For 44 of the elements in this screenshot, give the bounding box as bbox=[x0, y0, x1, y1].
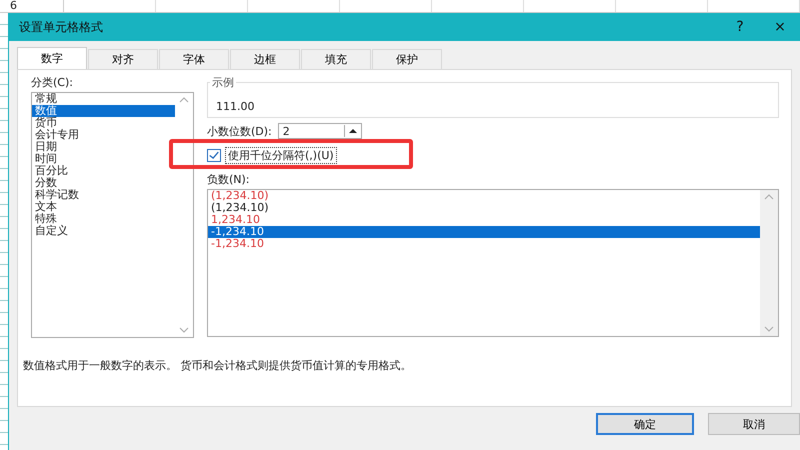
description-text: 数值格式用于一般数字的表示。 货币和会计格式则提供货币值计算的专用格式。 bbox=[23, 358, 412, 373]
tab[interactable]: 对齐 bbox=[88, 49, 158, 69]
tab[interactable]: 填充 bbox=[301, 49, 371, 69]
scroll-down-icon[interactable] bbox=[764, 326, 774, 332]
sample-value: 111.00 bbox=[216, 100, 254, 113]
decimal-places-spinner[interactable]: 2 bbox=[278, 123, 362, 139]
dialog-button[interactable]: 确定 bbox=[596, 413, 694, 435]
category-item[interactable]: 百分比 bbox=[32, 165, 175, 177]
category-item[interactable]: 分数 bbox=[32, 177, 175, 189]
category-item[interactable]: 文本 bbox=[32, 201, 175, 213]
tab[interactable]: 边框 bbox=[230, 49, 300, 69]
tab[interactable]: 数字 bbox=[17, 47, 87, 69]
negative-numbers-label: 负数(N): bbox=[207, 173, 251, 187]
decimal-places-label: 小数位数(D): bbox=[207, 124, 272, 138]
negative-format-item[interactable]: -1,234.10 bbox=[208, 238, 760, 250]
category-item[interactable]: 会计专用 bbox=[32, 129, 175, 141]
scroll-down-icon[interactable] bbox=[179, 327, 189, 333]
category-item[interactable]: 货币 bbox=[32, 117, 175, 129]
category-item[interactable]: 自定义 bbox=[32, 225, 175, 237]
category-item[interactable]: 时间 bbox=[32, 153, 175, 165]
category-item[interactable]: 日期 bbox=[32, 141, 175, 153]
negative-format-item[interactable]: (1,234.10) bbox=[208, 190, 760, 202]
tab[interactable]: 字体 bbox=[159, 49, 229, 69]
scroll-up-icon[interactable] bbox=[764, 194, 774, 200]
negative-numbers-list[interactable]: (1,234.10) (1,234.10) 1,234.10 -1,234.10 -1,234.10 bbox=[207, 189, 779, 337]
negative-format-item[interactable]: 1,234.10 bbox=[208, 214, 760, 226]
negative-format-item[interactable]: (1,234.10) bbox=[208, 202, 760, 214]
category-item[interactable]: 特殊 bbox=[32, 213, 175, 225]
thousands-separator-label[interactable]: 使用千位分隔符(,)(U) bbox=[225, 146, 337, 164]
category-label: 分类(C): bbox=[31, 76, 74, 90]
negative-format-item[interactable]: -1,234.10 bbox=[208, 226, 760, 238]
sample-label: 示例 bbox=[210, 75, 236, 90]
close-button[interactable]: × bbox=[760, 12, 800, 42]
checkbox[interactable] bbox=[207, 148, 221, 162]
category-list[interactable]: 常规 数值 货币 会计专用 日期 时间 百分比 分数 科学记数 文本 特殊 自定义 bbox=[31, 92, 194, 338]
category-item[interactable]: 常规 bbox=[32, 93, 175, 105]
dialog-button[interactable]: 取消 bbox=[708, 413, 800, 435]
row-header: 6 bbox=[0, 0, 64, 12]
window-title: 设置单元格格式 bbox=[19, 18, 104, 36]
scroll-up-icon[interactable] bbox=[179, 97, 189, 103]
help-button[interactable]: ? bbox=[720, 12, 760, 42]
tab[interactable]: 保护 bbox=[372, 49, 442, 69]
category-item[interactable]: 科学记数 bbox=[32, 189, 175, 201]
category-item[interactable]: 数值 bbox=[32, 105, 175, 117]
